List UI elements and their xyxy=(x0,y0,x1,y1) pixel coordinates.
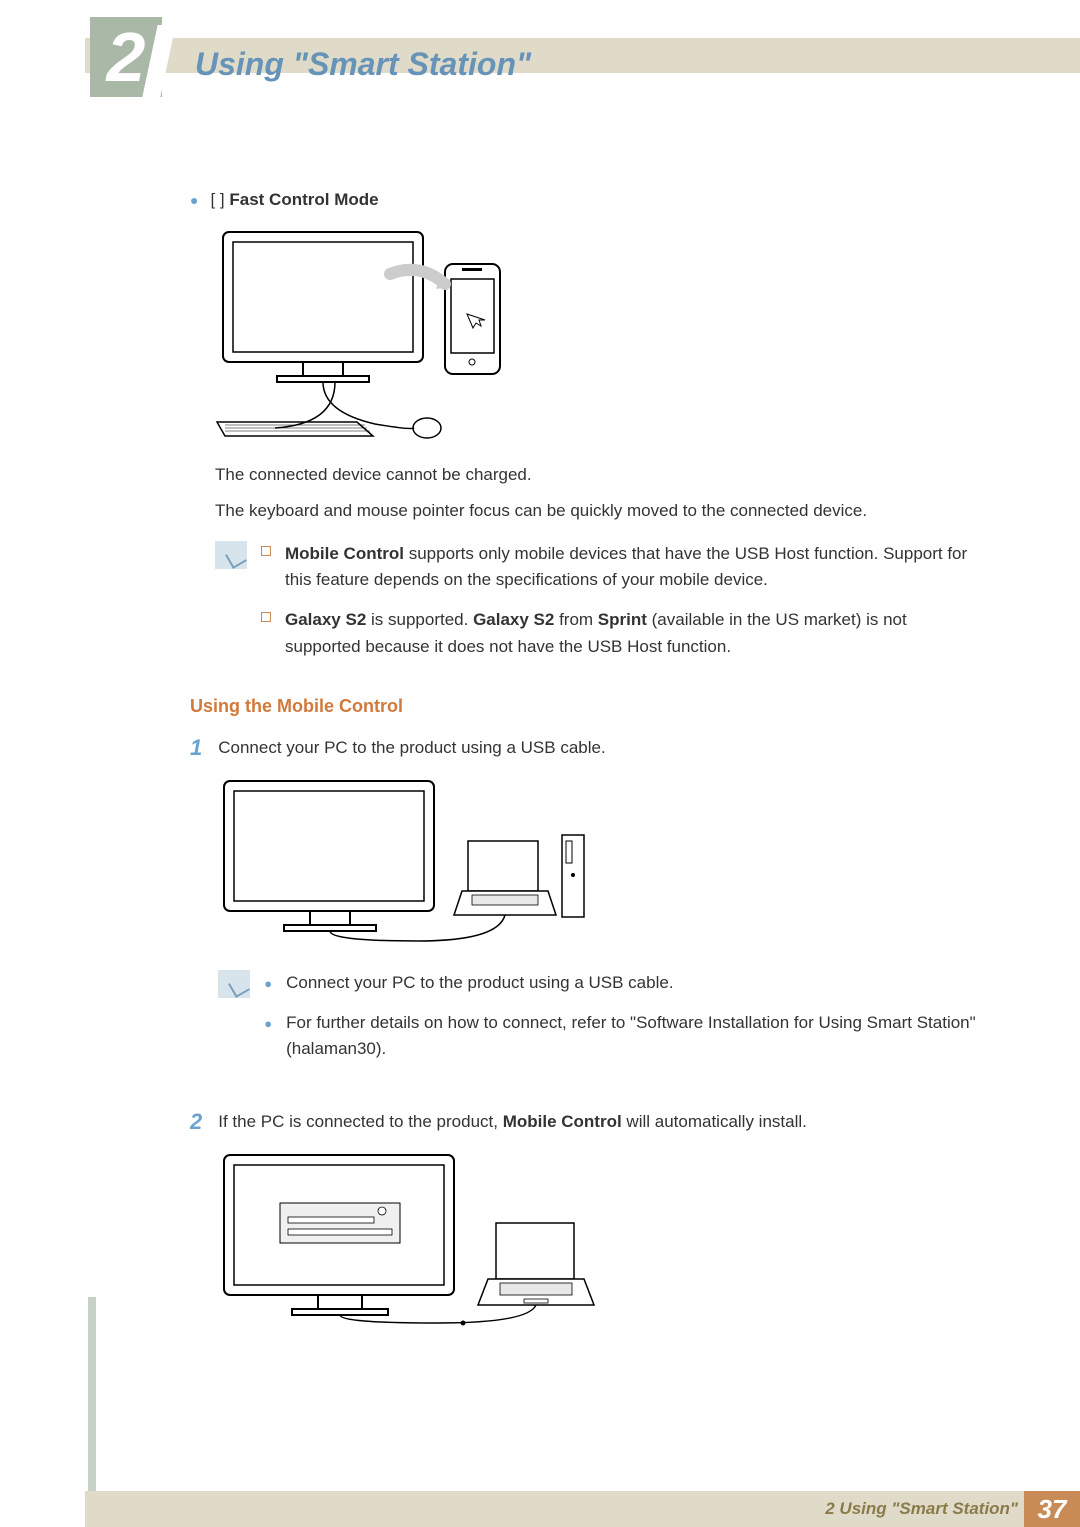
bullet-icon: ● xyxy=(190,192,198,208)
note-block-1: Mobile Control supports only mobile devi… xyxy=(215,541,980,674)
note-item: Mobile Control supports only mobile devi… xyxy=(261,541,980,594)
step-number: 2 xyxy=(190,1109,202,1352)
note-block-step1: ● Connect your PC to the product using a… xyxy=(218,970,980,1077)
square-bullet-icon xyxy=(261,612,271,622)
page-number: 37 xyxy=(1024,1491,1080,1527)
footer-bar: 2 Using "Smart Station" 37 xyxy=(85,1491,1080,1527)
step-1: 1 Connect your PC to the product using a… xyxy=(190,735,980,1095)
section-using-mobile-control: Using the Mobile Control xyxy=(190,696,980,717)
footer-text: 2 Using "Smart Station" xyxy=(825,1499,1018,1519)
step-1-text: Connect your PC to the product using a U… xyxy=(218,735,980,761)
note-item: ● For further details on how to connect,… xyxy=(264,1010,980,1063)
note-icon xyxy=(218,970,250,998)
fast-control-desc-1: The connected device cannot be charged. xyxy=(215,462,980,488)
figure-step-1 xyxy=(218,775,980,953)
chapter-badge: 2 xyxy=(90,17,162,97)
fast-control-heading: ● [ ] Fast Control Mode xyxy=(190,190,980,210)
note-item: ● Connect your PC to the product using a… xyxy=(264,970,980,996)
note-item: Galaxy S2 is supported. Galaxy S2 from S… xyxy=(261,607,980,660)
chapter-number: 2 xyxy=(107,22,146,92)
figure-step-2 xyxy=(218,1149,980,1337)
chapter-title: Using "Smart Station" xyxy=(195,46,531,83)
fast-control-desc-2: The keyboard and mouse pointer focus can… xyxy=(215,498,980,524)
step-2-text: If the PC is connected to the product, M… xyxy=(218,1109,980,1135)
fast-control-label: [ ] Fast Control Mode xyxy=(210,190,378,210)
step-number: 1 xyxy=(190,735,202,1095)
note-icon xyxy=(215,541,247,569)
figure-fast-control xyxy=(215,224,980,444)
bullet-icon: ● xyxy=(264,974,272,996)
square-bullet-icon xyxy=(261,546,271,556)
step-2: 2 If the PC is connected to the product,… xyxy=(190,1109,980,1352)
bullet-icon: ● xyxy=(264,1014,272,1063)
